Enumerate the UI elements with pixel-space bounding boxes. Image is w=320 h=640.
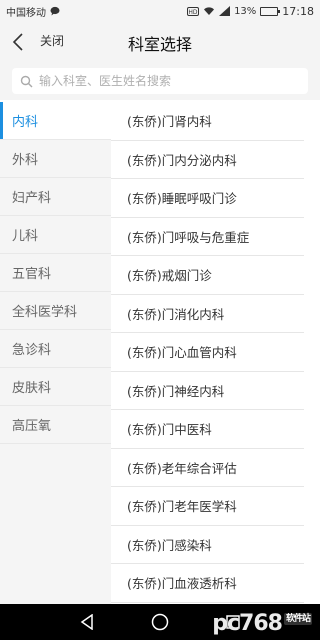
department-item[interactable]: (东侨)门血液透析科 <box>111 564 304 603</box>
svg-text:HD: HD <box>188 8 198 15</box>
hd-icon: HD <box>187 6 200 16</box>
signal-icon <box>219 6 231 16</box>
department-item[interactable]: (东侨)门消化内科 <box>111 295 304 333</box>
watermark-text: pc768 <box>212 611 283 636</box>
wifi-icon <box>203 6 215 16</box>
department-item[interactable]: (东侨)门肾内科 <box>111 102 304 141</box>
carrier-label: 中国移动 <box>6 7 46 19</box>
sidebar-item[interactable]: 妇产科 <box>0 178 111 216</box>
search-input[interactable] <box>39 74 300 88</box>
department-item[interactable]: (东侨)睡眠呼吸门诊 <box>111 179 304 218</box>
department-item[interactable]: (东侨)门感染科 <box>111 526 304 564</box>
department-item[interactable]: (东侨)门老年医学科 <box>111 487 304 526</box>
sidebar-item[interactable]: 急诊科 <box>0 330 111 368</box>
status-bar: 中国移动 HD 13% 17:18 <box>0 0 320 22</box>
department-item[interactable]: (东侨)门呼吸与危重症 <box>111 218 304 256</box>
department-item[interactable]: (东侨)戒烟门诊 <box>111 256 304 295</box>
header-bar: 关闭 科室选择 <box>0 22 320 62</box>
back-button[interactable] <box>6 28 30 56</box>
chevron-left-icon <box>12 33 23 51</box>
sidebar-item[interactable]: 皮肤科 <box>0 368 111 406</box>
clock: 17:18 <box>282 4 314 18</box>
chat-icon <box>50 6 60 16</box>
battery-percent: 13% <box>234 5 257 17</box>
close-button[interactable]: 关闭 <box>40 32 64 49</box>
home-circle-icon[interactable] <box>150 612 170 632</box>
back-triangle-icon[interactable] <box>77 612 97 632</box>
department-item[interactable]: (东侨)门中医科 <box>111 410 304 449</box>
watermark-badge: 软件站 <box>283 613 312 625</box>
battery-icon <box>260 6 281 16</box>
department-item[interactable]: (东侨)门内分泌内科 <box>111 141 304 179</box>
search-bar <box>0 62 320 100</box>
sidebar-item[interactable]: 全科医学科 <box>0 292 111 330</box>
sidebar-item[interactable]: 高压氧 <box>0 406 111 444</box>
sidebar-item[interactable]: 五官科 <box>0 254 111 292</box>
sidebar-item[interactable]: 内科 <box>0 102 111 140</box>
category-sidebar: 内科 外科 妇产科 儿科 五官科 全科医学科 急诊科 皮肤科 高压氧 <box>0 102 111 604</box>
system-nav-bar: pc768 软件站 <box>0 604 320 640</box>
watermark-logo: pc768 软件站 <box>212 611 312 636</box>
search-icon <box>20 75 33 87</box>
sidebar-item[interactable]: 外科 <box>0 140 111 178</box>
department-item[interactable]: (东侨)门神经内科 <box>111 372 304 410</box>
department-item[interactable]: (东侨)门心血管内科 <box>111 333 304 372</box>
department-item[interactable]: (东侨)老年综合评估 <box>111 449 304 487</box>
department-list: (东侨)门肾内科 (东侨)门内分泌内科 (东侨)睡眠呼吸门诊 (东侨)门呼吸与危重症(… <box>111 102 320 604</box>
search-box[interactable] <box>12 68 308 94</box>
sidebar-item[interactable]: 儿科 <box>0 216 111 254</box>
